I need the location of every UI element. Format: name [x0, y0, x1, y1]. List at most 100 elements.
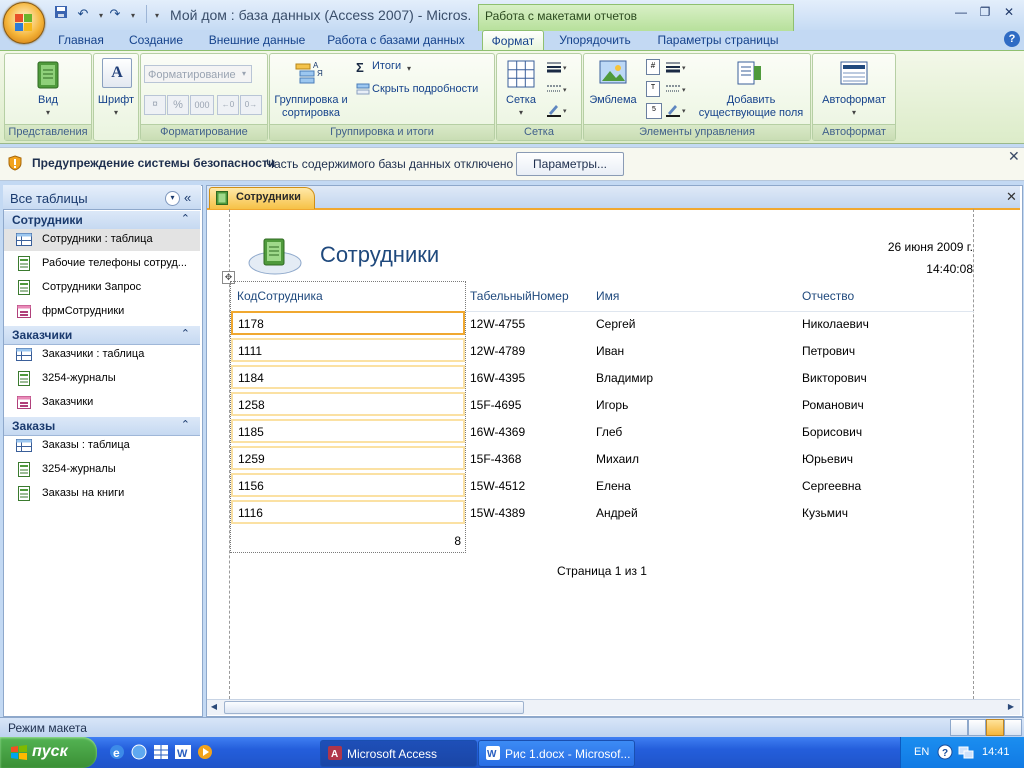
nav-group-customers[interactable]: Заказчики ⌃ — [4, 326, 200, 345]
save-icon[interactable] — [52, 5, 70, 23]
date-time-icon[interactable]: 5 — [646, 103, 662, 119]
thousands-button[interactable]: 000 — [190, 95, 214, 115]
nav-item-employees-query[interactable]: Сотрудники Запрос — [4, 277, 200, 299]
column-header-patronymic[interactable]: Отчество — [802, 289, 854, 303]
add-fields-icon[interactable] — [734, 58, 764, 88]
totals-button[interactable]: Итоги — [372, 60, 401, 72]
page-number-text[interactable]: Страница 1 из 1 — [206, 564, 998, 578]
redo-dropdown-icon[interactable]: ▾ — [124, 5, 142, 23]
logo-icon[interactable] — [598, 58, 628, 88]
line-color-controls-icon[interactable]: ▾ — [666, 103, 688, 117]
table-cell[interactable]: Михаил — [596, 452, 639, 466]
table-cell[interactable]: Сергеевна — [802, 479, 861, 493]
nav-item-orders-table[interactable]: Заказы : таблица — [4, 435, 200, 457]
table-cell[interactable]: Борисович — [802, 425, 862, 439]
view-icon[interactable] — [33, 60, 63, 90]
taskbar-access-button[interactable]: A Microsoft Access — [320, 740, 477, 767]
scroll-left-icon[interactable]: ◀ — [208, 701, 220, 712]
kod-field-box[interactable] — [231, 392, 465, 416]
line-color-icon[interactable]: ▾ — [547, 103, 569, 117]
sum-icon[interactable]: Σ — [356, 60, 364, 75]
office-button[interactable] — [3, 2, 45, 44]
report-time[interactable]: 14:40:08 — [800, 262, 973, 276]
redo-icon[interactable]: ↷ — [106, 5, 124, 23]
table-cell[interactable]: 1156 — [238, 479, 264, 493]
tab-create[interactable]: Создание — [122, 30, 190, 50]
media-player-icon[interactable] — [196, 743, 214, 761]
line-style-icon[interactable]: ▾ — [547, 83, 569, 95]
table-cell[interactable]: Викторович — [802, 371, 867, 385]
nav-group-orders[interactable]: Заказы ⌃ — [4, 417, 200, 436]
customize-qat-icon[interactable]: ▾ — [148, 5, 166, 23]
record-count-total[interactable]: 8 — [232, 534, 461, 548]
help-icon[interactable]: ? — [1004, 31, 1020, 47]
table-cell[interactable]: Сергей — [596, 317, 636, 331]
help-tray-icon[interactable]: ? — [937, 744, 953, 760]
design-view-icon[interactable] — [1004, 719, 1022, 736]
group-sort-button[interactable]: Группировка и сортировка — [270, 94, 352, 120]
document-close-icon[interactable]: ✕ — [1006, 189, 1020, 204]
hide-details-button[interactable]: Скрыть подробности — [372, 83, 478, 95]
tab-format[interactable]: Формат — [482, 30, 544, 51]
column-header-kod[interactable]: КодСотрудника — [237, 289, 323, 303]
grid-button[interactable]: Сетка — [497, 94, 545, 106]
format-dropdown-arrow-icon[interactable]: ▾ — [238, 66, 250, 82]
table-cell[interactable]: 1184 — [238, 371, 264, 385]
table-cell[interactable]: 1185 — [238, 425, 264, 439]
table-cell[interactable]: 15W-4512 — [470, 479, 525, 493]
nav-collapse-icon[interactable]: « — [184, 190, 191, 205]
restore-icon[interactable]: ❐ — [974, 4, 996, 20]
security-options-button[interactable]: Параметры... — [516, 152, 624, 176]
line-type-icon[interactable]: ▾ — [666, 83, 688, 95]
table-cell[interactable]: Иван — [596, 344, 624, 358]
font-button[interactable]: Шрифт — [94, 94, 138, 106]
table-cell[interactable]: 16W-4395 — [470, 371, 525, 385]
table-cell[interactable]: 1258 — [238, 398, 265, 412]
browser-icon[interactable] — [130, 743, 148, 761]
table-cell[interactable]: 15W-4389 — [470, 506, 525, 520]
table-cell[interactable]: 1116 — [238, 506, 263, 520]
table-cell[interactable]: 1259 — [238, 452, 265, 466]
grid-dropdown-icon[interactable]: ▾ — [497, 106, 545, 118]
currency-icon[interactable]: ¤ — [144, 95, 166, 115]
nav-item-customers-table[interactable]: Заказчики : таблица — [4, 344, 200, 366]
tab-external-data[interactable]: Внешние данные — [202, 30, 312, 50]
kod-field-box[interactable] — [231, 365, 465, 389]
close-icon[interactable]: ✕ — [998, 4, 1020, 20]
hide-details-icon[interactable] — [356, 82, 370, 96]
nav-item-employees-table[interactable]: Сотрудники : таблица — [4, 229, 200, 251]
minimize-icon[interactable]: — — [950, 4, 972, 20]
print-preview-icon[interactable] — [968, 719, 986, 736]
table-cell[interactable]: Романович — [802, 398, 864, 412]
nav-item-customers-journals[interactable]: 3254-журналы — [4, 368, 200, 390]
table-cell[interactable]: 16W-4369 — [470, 425, 525, 439]
kod-field-box[interactable] — [231, 500, 465, 524]
table-cell[interactable]: 12W-4789 — [470, 344, 525, 358]
nav-item-orders-journals[interactable]: 3254-журналы — [4, 459, 200, 481]
undo-icon[interactable]: ↶ — [74, 5, 92, 23]
add-fields-button[interactable]: Добавить существующие поля — [692, 94, 810, 120]
table-cell[interactable]: 15F-4368 — [470, 452, 521, 466]
report-view-icon[interactable] — [950, 719, 968, 736]
table-cell[interactable]: Петрович — [802, 344, 855, 358]
clock[interactable]: 14:41 — [982, 746, 1010, 758]
network-icon[interactable] — [958, 744, 974, 760]
ie-icon[interactable]: e — [108, 743, 126, 761]
nav-item-employees-form[interactable]: фрмСотрудники — [4, 301, 200, 323]
font-a-icon[interactable]: A — [102, 58, 132, 88]
group-sort-icon[interactable]: AЯ — [294, 58, 324, 88]
table-cell[interactable]: Андрей — [596, 506, 638, 520]
format-dropdown[interactable]: Форматирование — [144, 65, 252, 83]
kod-field-box[interactable] — [231, 473, 465, 497]
view-dropdown-icon[interactable]: ▾ — [5, 106, 91, 118]
table-cell[interactable]: Глеб — [596, 425, 622, 439]
nav-item-book-orders[interactable]: Заказы на книги — [4, 483, 200, 505]
column-header-name[interactable]: Имя — [596, 289, 619, 303]
nav-group-collapse-icon[interactable]: ⌃ — [181, 327, 190, 340]
scrollbar-thumb[interactable] — [224, 701, 524, 714]
page-numbers-icon[interactable]: # — [646, 59, 660, 75]
font-dropdown-icon[interactable]: ▾ — [94, 106, 138, 118]
table-cell[interactable]: 12W-4755 — [470, 317, 525, 331]
increase-decimals-icon[interactable]: ←0 — [217, 95, 239, 115]
security-close-icon[interactable]: ✕ — [1008, 148, 1022, 164]
